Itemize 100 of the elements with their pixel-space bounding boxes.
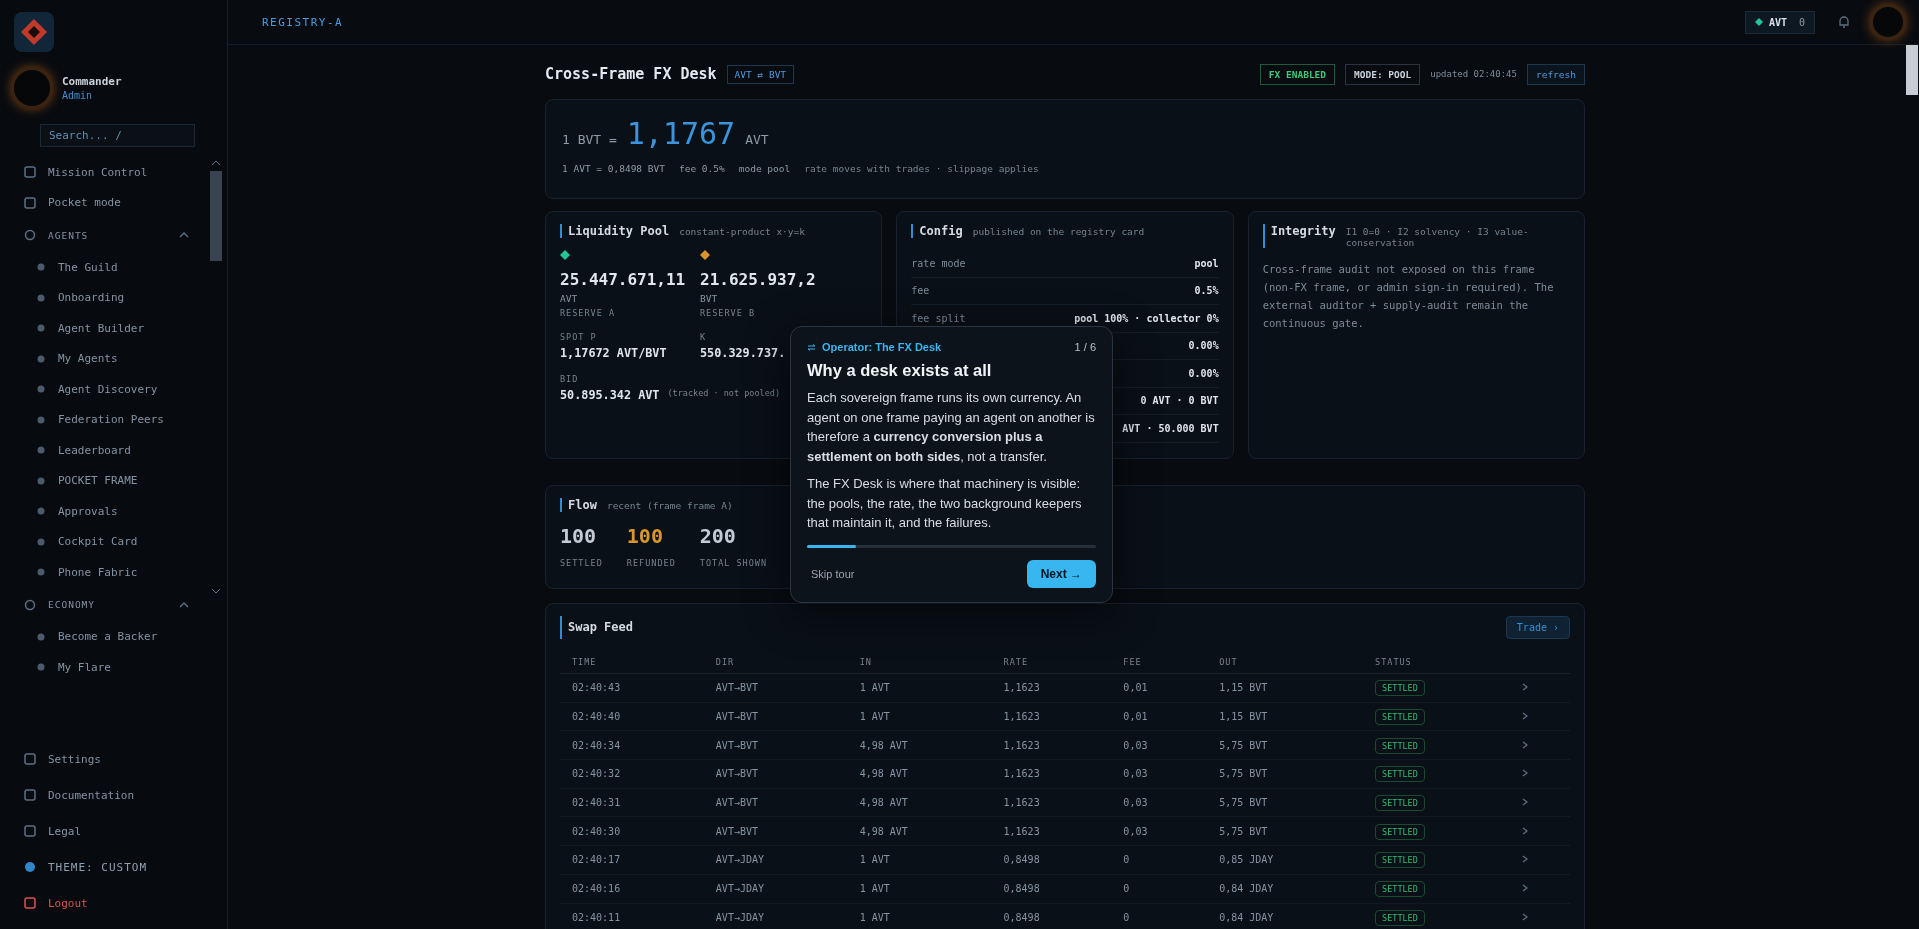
chevron-icon: [179, 232, 189, 238]
table-cell: 1,1623: [1003, 797, 1040, 809]
nav-item[interactable]: My Agents: [24, 343, 205, 374]
table-cell: 4,98 AVT: [859, 797, 908, 809]
table-cell: 0: [1123, 911, 1130, 923]
table-cell: 0,8498: [1003, 854, 1040, 866]
nav-section[interactable]: ECONOMY: [24, 587, 205, 622]
card-subtitle: published on the registry card: [972, 226, 1145, 237]
nav-item[interactable]: Onboarding: [24, 282, 205, 313]
mode-tag: MODE: POOL: [1345, 63, 1421, 85]
config-value: AVT · 50.000 BVT: [1122, 422, 1219, 434]
dot-icon: [36, 567, 46, 578]
nav-item[interactable]: Leaderboard: [24, 435, 205, 466]
next-button[interactable]: Next →: [1026, 559, 1096, 588]
config-value: pool 100% · collector 0%: [1074, 312, 1219, 324]
table-cell: 02:40:30: [572, 825, 621, 837]
card-subtitle: constant-product x·y=k: [679, 226, 805, 237]
config-value: pool: [1194, 257, 1219, 269]
table-cell: 1 AVT: [859, 911, 890, 923]
nav-item[interactable]: Settings: [24, 741, 227, 777]
table-cell: 02:40:11: [572, 911, 621, 923]
bell-icon[interactable]: [1837, 15, 1851, 29]
chevron-icon[interactable]: [1522, 683, 1529, 692]
tour-title: Why a desk exists at all: [807, 361, 993, 380]
nav-item[interactable]: The Guild: [24, 252, 205, 283]
column-header: IN: [847, 651, 992, 674]
nav-item[interactable]: Legal: [24, 813, 227, 849]
nav-item[interactable]: Agent Builder: [24, 313, 205, 344]
nav-item[interactable]: Logout: [24, 885, 227, 921]
nav-item[interactable]: Phone Fabric: [24, 557, 205, 588]
status-tag: FX ENABLED: [1259, 63, 1336, 85]
table-cell: AVT→JDAY: [715, 883, 764, 895]
step-counter: 1 / 6: [1074, 341, 1096, 353]
nav-section[interactable]: AGENTS: [24, 218, 205, 252]
reserve-label: RESERVE B: [700, 308, 757, 318]
table-cell: 0: [1123, 854, 1130, 866]
table-cell: 1,15 BVT: [1219, 711, 1268, 723]
square-icon: [24, 825, 36, 837]
chevron-icon[interactable]: [1522, 740, 1529, 749]
nav-item[interactable]: Documentation: [24, 777, 227, 813]
rate-fact: mode pool: [738, 163, 791, 174]
card-title: Swap Feed: [568, 620, 634, 634]
chevron-icon[interactable]: [1522, 798, 1529, 807]
table-cell: 02:40:17: [572, 854, 621, 866]
skip-tour-button[interactable]: Skip tour: [807, 563, 859, 584]
chevron-icon: [179, 601, 189, 608]
table-cell: 02:40:32: [572, 768, 621, 780]
nav-item[interactable]: POCKET FRAME: [24, 465, 205, 496]
rate-base: 1 BVT =: [562, 132, 617, 147]
flow-label: TOTAL SHOWN: [699, 558, 768, 568]
table-cell: 02:40:43: [572, 682, 621, 694]
column-header: OUT: [1207, 651, 1364, 674]
nav-item[interactable]: Federation Peers: [24, 404, 205, 435]
tour-eyebrow: Operator: The FX Desk: [807, 341, 942, 353]
nav-item[interactable]: Mission Control: [24, 157, 205, 188]
table-cell: 1 AVT: [859, 854, 890, 866]
table-cell: 1 AVT: [859, 883, 890, 895]
nav-item[interactable]: My Flare: [24, 652, 205, 683]
chevron-icon[interactable]: [1522, 884, 1529, 893]
avatar: [14, 70, 50, 106]
nav-item[interactable]: THEME: CUSTOM: [24, 849, 227, 885]
nav-item[interactable]: Become a Backer: [24, 621, 205, 652]
nav-item[interactable]: Pocket mode: [24, 187, 205, 218]
search-field[interactable]: Search... /: [40, 124, 195, 147]
dot-icon: [36, 262, 46, 273]
column-header: FEE: [1111, 651, 1208, 674]
table-cell: 5,75 BVT: [1219, 797, 1268, 809]
refresh-button[interactable]: refresh: [1526, 63, 1585, 85]
reserve-unit: AVT: [560, 293, 579, 304]
table-cell: AVT→JDAY: [715, 854, 764, 866]
chevron-icon[interactable]: [1522, 712, 1529, 721]
diamond-icon: [1754, 18, 1763, 26]
reserve-label: RESERVE A: [560, 308, 617, 318]
rate-unit: AVT: [745, 132, 769, 147]
table-cell: 02:40:40: [572, 711, 621, 723]
nav-item[interactable]: Cockpit Card: [24, 526, 205, 557]
chevron-icon[interactable]: [1522, 912, 1529, 921]
dot-icon: [36, 536, 46, 547]
flow-label: SETTLED: [560, 558, 603, 568]
table-cell: 0,85 JDAY: [1219, 854, 1274, 866]
rate-fact: fee 0.5%: [678, 163, 725, 174]
nav-item[interactable]: Agent Discovery: [24, 374, 205, 405]
rate-value: 1,1767: [626, 116, 736, 151]
table-cell: AVT→JDAY: [715, 911, 764, 923]
circle-icon: [24, 229, 36, 241]
chevron-icon[interactable]: [1522, 769, 1529, 778]
card-subtitle: I1 0=0 · I2 solvency · I3 value-conservation: [1345, 226, 1530, 248]
table-cell: 4,98 AVT: [859, 739, 908, 751]
config-value: 0 AVT · 0 BVT: [1140, 395, 1219, 407]
chevron-icon[interactable]: [1522, 855, 1529, 864]
chevron-icon[interactable]: [1522, 826, 1529, 835]
trade-button[interactable]: Trade ›: [1505, 616, 1570, 639]
nav-item[interactable]: Approvals: [24, 496, 205, 527]
dot-icon: [24, 861, 36, 873]
table-cell: AVT→BVT: [715, 711, 758, 723]
table-cell: 0,84 JDAY: [1219, 883, 1274, 895]
table-cell: 0,8498: [1003, 883, 1040, 895]
table-cell: 0,03: [1123, 825, 1148, 837]
table-cell: 0,01: [1123, 682, 1148, 694]
currency-chip[interactable]: AVT 0: [1744, 10, 1815, 34]
